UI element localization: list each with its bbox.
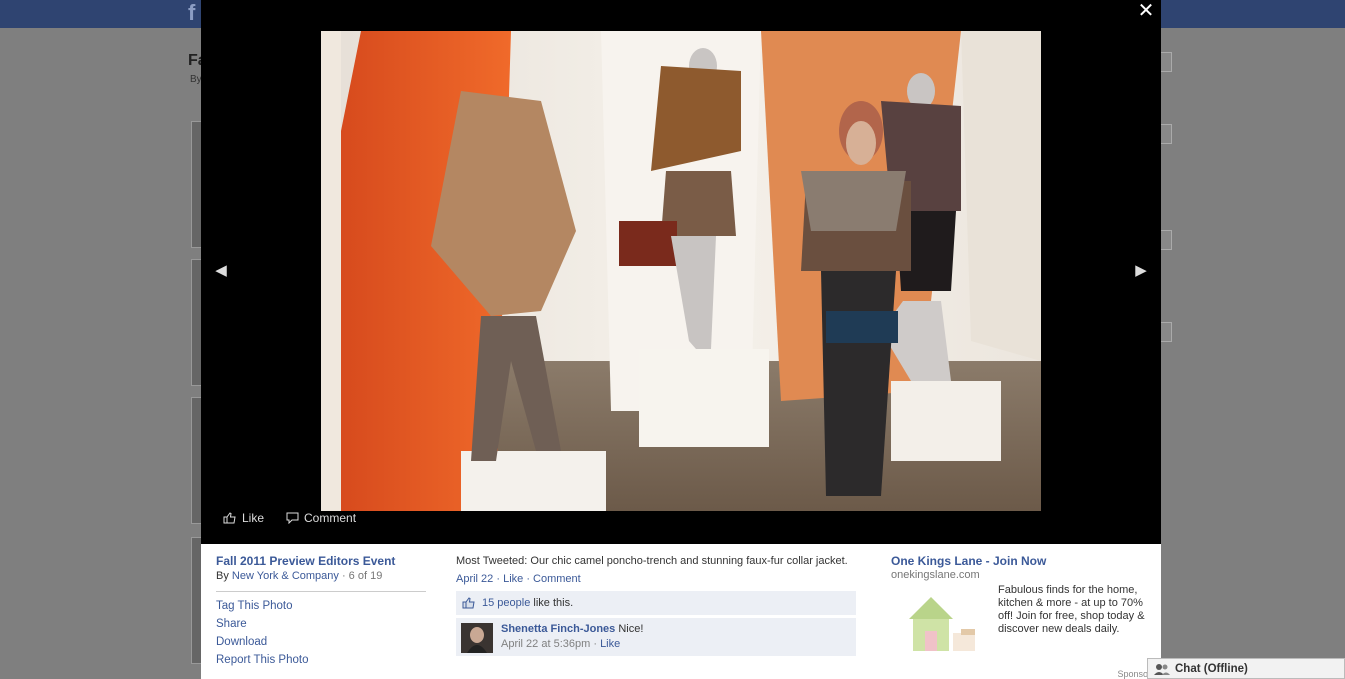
comment-label: Comment bbox=[304, 511, 357, 525]
divider bbox=[216, 591, 426, 592]
report-photo-link[interactable]: Report This Photo bbox=[216, 654, 426, 666]
next-photo-arrow-icon[interactable]: ▶ bbox=[1131, 258, 1151, 282]
caption-date[interactable]: April 22 bbox=[456, 573, 493, 585]
photo-stage: ✕ ◀ ▶ Like Comment bbox=[201, 0, 1161, 544]
comment-text: Nice! bbox=[618, 623, 644, 635]
comment-body: Shenetta Finch-Jones Nice! April 22 at 5… bbox=[501, 623, 643, 650]
photo-position: · 6 of 19 bbox=[338, 570, 383, 582]
photo-info-panel: Fall 2011 Preview Editors Event By New Y… bbox=[201, 544, 1161, 679]
previous-photo-arrow-icon[interactable]: ◀ bbox=[211, 258, 231, 282]
photo-actions: Like Comment bbox=[223, 511, 356, 525]
album-byline: By New York & Company · 6 of 19 bbox=[216, 570, 426, 582]
caption-like-link[interactable]: Like bbox=[503, 573, 523, 585]
ad-title-link[interactable]: One Kings Lane - Join Now bbox=[891, 554, 1151, 568]
facebook-logo[interactable]: f bbox=[188, 0, 195, 26]
download-link[interactable]: Download bbox=[216, 636, 426, 648]
comment-timestamp: April 22 at 5:36pm bbox=[501, 638, 591, 650]
avatar[interactable] bbox=[461, 623, 493, 653]
comment-bubble-icon bbox=[286, 512, 299, 524]
ad-url: onekingslane.com bbox=[891, 569, 980, 581]
likes-count-link[interactable]: 15 people bbox=[482, 597, 530, 609]
background-widget bbox=[1160, 124, 1172, 144]
background-widget bbox=[1160, 52, 1172, 72]
likes-summary: 15 people like this. bbox=[456, 591, 856, 615]
background-page-byline: By bbox=[190, 74, 202, 85]
chat-bar[interactable]: Chat (Offline) bbox=[1147, 658, 1345, 679]
photo-caption: Most Tweeted: Our chic camel poncho-tren… bbox=[456, 555, 848, 567]
photo-viewer: ✕ ◀ ▶ Like Comment Fall 2011 Preview Edi… bbox=[201, 0, 1161, 679]
sponsored-ad: One Kings Lane - Join Now onekingslane.c… bbox=[891, 554, 1151, 659]
background-widget bbox=[1160, 230, 1172, 250]
caption-section: Most Tweeted: Our chic camel poncho-tren… bbox=[456, 554, 856, 656]
ad-image[interactable] bbox=[891, 589, 991, 659]
comment-action[interactable]: Comment bbox=[286, 511, 356, 525]
album-owner-link[interactable]: New York & Company bbox=[232, 570, 339, 582]
comment-meta: April 22 at 5:36pm · Like bbox=[501, 638, 621, 650]
ad-body-text: Fabulous finds for the home, kitchen & m… bbox=[998, 584, 1145, 635]
background-widget bbox=[1160, 322, 1172, 342]
by-label: By bbox=[216, 570, 229, 582]
tag-photo-link[interactable]: Tag This Photo bbox=[216, 600, 426, 612]
chat-label: Chat (Offline) bbox=[1175, 662, 1248, 675]
album-title-link[interactable]: Fall 2011 Preview Editors Event bbox=[216, 554, 426, 568]
main-photo bbox=[321, 31, 1041, 511]
thumbs-up-icon bbox=[223, 512, 236, 524]
comment-like-link[interactable]: Like bbox=[600, 638, 620, 650]
chat-users-icon bbox=[1154, 663, 1170, 675]
like-label: Like bbox=[242, 511, 265, 525]
caption-meta: April 22 · Like · Comment bbox=[456, 573, 581, 585]
share-link[interactable]: Share bbox=[216, 618, 426, 630]
comment-item: Shenetta Finch-Jones Nice! April 22 at 5… bbox=[456, 618, 856, 656]
comment-author-link[interactable]: Shenetta Finch-Jones bbox=[501, 623, 615, 635]
close-icon[interactable]: ✕ bbox=[1135, 0, 1157, 22]
likes-suffix: like this. bbox=[533, 597, 574, 609]
avatar-image bbox=[461, 623, 493, 653]
thumbs-up-icon bbox=[462, 597, 475, 609]
like-action[interactable]: Like bbox=[223, 511, 264, 525]
caption-comment-link[interactable]: Comment bbox=[533, 573, 581, 585]
album-info: Fall 2011 Preview Editors Event By New Y… bbox=[216, 554, 426, 672]
